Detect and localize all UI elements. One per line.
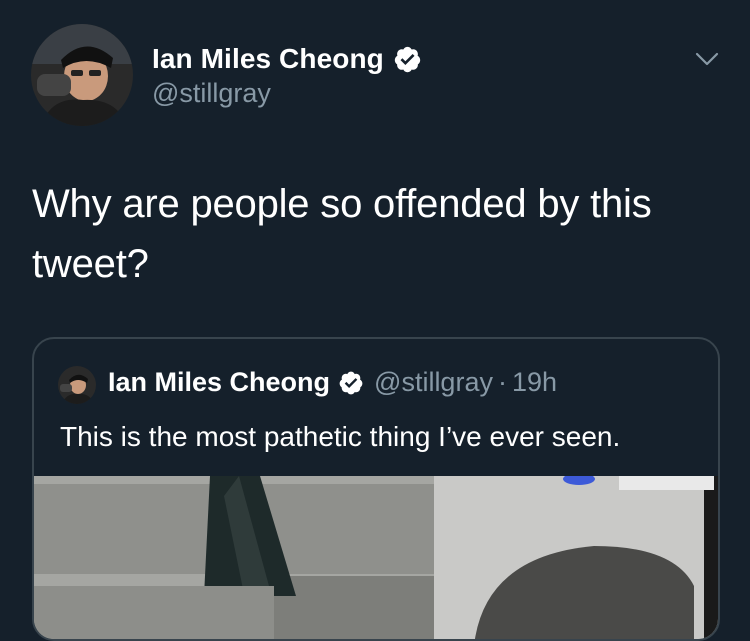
video-thumbnail — [34, 476, 718, 639]
quoted-avatar-photo — [58, 366, 96, 404]
verified-badge-icon — [394, 46, 421, 72]
tweet-text: Why are people so offended by this tweet… — [32, 182, 652, 286]
author-avatar[interactable] — [31, 24, 133, 126]
author-display-name[interactable]: Ian Miles Cheong — [152, 43, 384, 75]
verified-badge-icon — [339, 371, 363, 394]
quoted-tweet[interactable]: Ian Miles Cheong @stillgray · 19h This i… — [32, 337, 720, 641]
quoted-author-handle[interactable]: @stillgray — [374, 367, 493, 398]
chevron-down-icon[interactable] — [692, 46, 722, 72]
quoted-author-display-name[interactable]: Ian Miles Cheong — [108, 367, 330, 398]
quoted-tweet-timestamp[interactable]: 19h — [512, 367, 557, 398]
author-block: Ian Miles Cheong @stillgray — [152, 40, 422, 109]
quoted-tweet-text: This is the most pathetic thing I’ve eve… — [60, 421, 621, 452]
separator-dot: · — [497, 367, 507, 397]
author-handle[interactable]: @stillgray — [152, 78, 422, 109]
quoted-author-avatar[interactable] — [58, 366, 96, 404]
tweet: Ian Miles Cheong @stillgray Why are peop… — [0, 0, 750, 641]
quoted-tweet-header: Ian Miles Cheong @stillgray · 19h — [108, 367, 557, 398]
avatar-photo — [31, 24, 133, 126]
quoted-tweet-media[interactable] — [34, 476, 718, 639]
